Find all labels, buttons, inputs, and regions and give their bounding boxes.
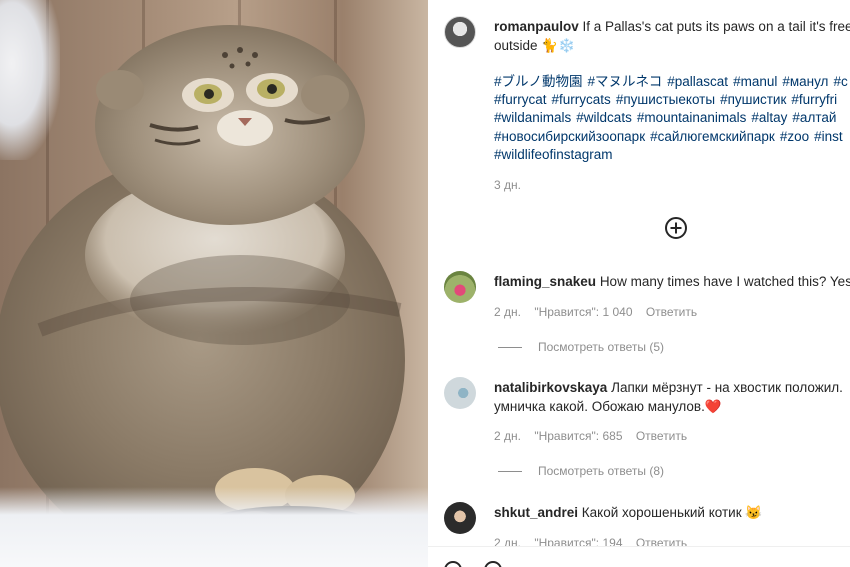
view-replies-link[interactable]: Посмотреть ответы (5)	[498, 340, 664, 354]
hashtag-link[interactable]: #пушистик	[720, 92, 786, 107]
comment-username[interactable]: natalibirkovskaya	[494, 380, 607, 395]
hashtag-link[interactable]: #zoo	[780, 129, 809, 144]
comment-likes[interactable]: "Нравится": 685	[534, 429, 622, 443]
replies-divider	[498, 346, 522, 348]
action-bar	[428, 546, 850, 567]
comment-2-line2: умничка какой. Обожаю манулов.❤️	[494, 398, 722, 416]
comment-1: flaming_snakeu How many times have I wat…	[494, 273, 850, 291]
comment-2: natalibirkovskaya Лапки мёрзнут - на хво…	[494, 379, 843, 397]
pallas-cat-illustration	[0, 25, 405, 565]
post-time: 3 дн.	[494, 178, 521, 192]
comment-likes[interactable]: "Нравится": 1 040	[534, 305, 632, 319]
hashtag-link[interactable]: #алтай	[792, 110, 836, 125]
hashtag-link[interactable]: #пушистыекоты	[616, 92, 715, 107]
comment-avatar[interactable]	[444, 271, 476, 303]
hashtag-link[interactable]: #pallascat	[667, 74, 728, 89]
author-avatar[interactable]	[444, 16, 476, 48]
hashtag-link[interactable]: #mountainanimals	[637, 110, 747, 125]
hashtag-link[interactable]: #с	[833, 74, 847, 89]
heart-icon[interactable]	[444, 561, 462, 567]
plus-circle-icon[interactable]	[664, 216, 688, 240]
comment-text: How many times have I watched this? Yes	[599, 274, 850, 289]
hashtags: #ブルノ動物園 #マヌルネコ #pallascat #manul #манул #с #fu…	[494, 73, 850, 164]
caption-text-line1: If a Pallas's cat puts its paws on a tai…	[582, 19, 850, 34]
hashtag-line: #furrycat #furrycats #пушистыекоты #пушисти…	[494, 91, 850, 109]
hashtag-link[interactable]: #マヌルネコ	[588, 74, 663, 89]
hashtag-link[interactable]: #манул	[782, 74, 828, 89]
hashtag-link[interactable]: #ブルノ動物園	[494, 74, 583, 89]
comments-panel[interactable]: romanpaulov If a Pallas's cat puts its p…	[428, 0, 850, 567]
hashtag-link[interactable]: #wildlifeofinstagram	[494, 147, 613, 162]
replies-divider	[498, 470, 522, 472]
post-photo	[0, 0, 428, 567]
comment-3: shkut_andrei Какой хорошенький котик 😼	[494, 504, 762, 522]
hashtag-line: #новосибирскийзоопарк #сайлюгемскийпарк #z…	[494, 128, 850, 146]
comment-username[interactable]: shkut_andrei	[494, 505, 578, 520]
author-username[interactable]: romanpaulov	[494, 19, 579, 34]
view-replies-link[interactable]: Посмотреть ответы (8)	[498, 464, 664, 478]
caption-text-line2: outside 🐈❄️	[494, 38, 575, 53]
hashtag-line: #wildanimals #wildcats #mountainanimals #al…	[494, 109, 850, 127]
hashtag-link[interactable]: #wildcats	[576, 110, 632, 125]
snow-ground	[0, 487, 428, 567]
hashtag-link[interactable]: #сайлюгемскийпарк	[650, 129, 775, 144]
hashtag-link[interactable]: #wildanimals	[494, 110, 571, 125]
hashtag-link[interactable]: #inst	[814, 129, 843, 144]
hashtag-link[interactable]: #manul	[733, 74, 777, 89]
comment-avatar[interactable]	[444, 502, 476, 534]
reply-button[interactable]: Ответить	[636, 429, 687, 443]
hashtag-link[interactable]: #furrycats	[552, 92, 611, 107]
comment-avatar[interactable]	[444, 377, 476, 409]
caption: romanpaulov If a Pallas's cat puts its p…	[494, 18, 850, 36]
caption-line2: outside 🐈❄️	[494, 37, 575, 55]
hashtag-link[interactable]: #altay	[751, 110, 787, 125]
comment-text: Лапки мёрзнут - на хвостик положил.	[611, 380, 843, 395]
hashtag-link[interactable]: #furryfri	[791, 92, 837, 107]
reply-button[interactable]: Ответить	[646, 305, 697, 319]
hashtag-line: #wildlifeofinstagram	[494, 146, 850, 164]
hashtag-line: #ブルノ動物園 #マヌルネコ #pallascat #manul #манул #с	[494, 73, 850, 91]
comment-meta: 2 дн. "Нравится": 685 Ответить	[494, 429, 687, 443]
view-replies-label[interactable]: Посмотреть ответы (8)	[538, 464, 664, 478]
hashtag-link[interactable]: #новосибирскийзоопарк	[494, 129, 645, 144]
comment-text-line2: умничка какой. Обожаю манулов.❤️	[494, 399, 722, 414]
comment-time: 2 дн.	[494, 305, 521, 319]
comment-icon[interactable]	[484, 561, 502, 567]
hashtag-link[interactable]: #furrycat	[494, 92, 547, 107]
comment-time: 2 дн.	[494, 429, 521, 443]
comment-username[interactable]: flaming_snakeu	[494, 274, 596, 289]
comment-meta: 2 дн. "Нравится": 1 040 Ответить	[494, 305, 697, 319]
comment-text: Какой хорошенький котик 😼	[581, 505, 763, 520]
view-replies-label[interactable]: Посмотреть ответы (5)	[538, 340, 664, 354]
